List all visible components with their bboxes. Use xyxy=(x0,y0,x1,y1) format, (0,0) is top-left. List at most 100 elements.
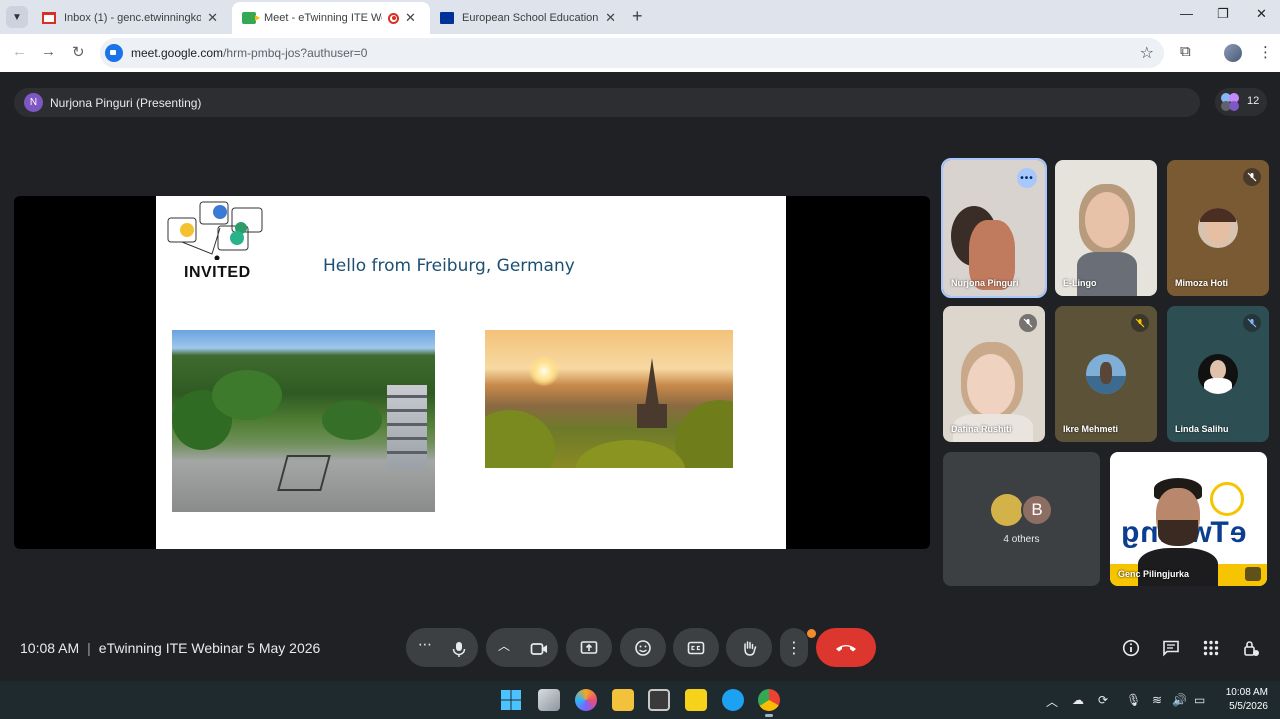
slide-title: Hello from Freiburg, Germany xyxy=(323,256,575,276)
others-label: 4 others xyxy=(1003,534,1040,545)
info-icon xyxy=(1122,639,1140,657)
tab-european-school[interactable]: European School Education Platform ✕ xyxy=(430,2,626,34)
copilot-icon[interactable] xyxy=(575,689,597,711)
battery-icon[interactable]: ▭ xyxy=(1194,693,1205,707)
task-view-icon[interactable] xyxy=(538,689,560,711)
present-screen-button[interactable] xyxy=(566,628,612,667)
participant-tile[interactable]: Linda Salihu xyxy=(1167,306,1269,442)
close-window-button[interactable]: ✕ xyxy=(1256,6,1267,22)
meet-site-icon[interactable] xyxy=(105,44,123,62)
participant-name: E-Lingo xyxy=(1063,278,1097,288)
participant-name: Mimoza Hoti xyxy=(1175,278,1228,288)
bookmark-star-icon[interactable]: ☆ xyxy=(1140,43,1154,63)
participant-name: Dafina Rushiti xyxy=(951,424,1012,434)
tab-meet[interactable]: Meet - eTwinning ITE Webinar ✕ xyxy=(232,2,430,34)
reload-button[interactable]: ↻ xyxy=(72,43,85,61)
participant-tile[interactable]: E-Lingo xyxy=(1055,160,1157,296)
participant-name: Linda Salihu xyxy=(1175,424,1229,434)
mic-off-icon xyxy=(1243,168,1261,186)
more-vert-icon: ⋮ xyxy=(786,639,802,657)
volume-icon[interactable]: 🔊 xyxy=(1172,693,1187,707)
people-button[interactable]: 12 xyxy=(1215,88,1267,116)
taskbar-date: 5/5/2026 xyxy=(1229,701,1268,712)
close-icon[interactable]: ✕ xyxy=(605,10,616,26)
avatar xyxy=(1198,354,1238,394)
camera-control-group: ︿ xyxy=(486,628,558,667)
minimize-button[interactable]: — xyxy=(1180,6,1193,21)
close-icon[interactable]: ✕ xyxy=(405,10,416,26)
windows-taskbar: ︿ ☁ ⟳ 🎙 ≋ 🔊 ▭ 10:08 AM 5/5/2026 xyxy=(0,681,1280,719)
meeting-info: 10:08 AM | eTwinning ITE Webinar 5 May 202… xyxy=(20,640,320,656)
tab-title: European School Education Platform xyxy=(462,12,599,24)
url-host: meet.google.com xyxy=(131,46,224,60)
presentation-stage[interactable]: INVITED Hello from Freiburg, Germany xyxy=(14,196,930,549)
others-tile[interactable]: B 4 others xyxy=(943,452,1100,586)
raise-hand-button[interactable] xyxy=(726,628,772,667)
self-view-tile[interactable]: eTwinng Genc Pilingjurka xyxy=(1110,452,1267,586)
url-text[interactable]: meet.google.com/hrm-pmbq-jos?authuser=0 xyxy=(131,46,367,60)
recording-icon xyxy=(388,12,399,24)
url-path: /hrm-pmbq-jos?authuser=0 xyxy=(223,46,368,60)
microphone-tray-icon[interactable]: 🎙 xyxy=(1126,693,1141,707)
leave-call-button[interactable] xyxy=(816,628,876,667)
extensions-icon[interactable]: ⧉ xyxy=(1180,43,1191,60)
sticky-notes-icon[interactable] xyxy=(685,689,707,711)
activities-button[interactable] xyxy=(1200,637,1222,659)
back-button[interactable]: ← xyxy=(12,43,27,60)
taskbar-time: 10:08 AM xyxy=(1225,687,1268,698)
self-name: Genc Pilingjurka xyxy=(1118,569,1190,579)
chevron-up-icon[interactable]: ︿ xyxy=(498,637,510,654)
meeting-title: eTwinning ITE Webinar 5 May 2026 xyxy=(98,640,321,656)
notification-dot xyxy=(807,629,816,638)
participant-name: Nurjona Pinguri xyxy=(951,278,1019,288)
close-icon[interactable]: ✕ xyxy=(207,10,218,26)
chat-button[interactable] xyxy=(1160,637,1182,659)
audio-settings-icon[interactable]: ⋯ xyxy=(418,636,432,653)
meet-icon xyxy=(242,12,260,24)
hand-icon xyxy=(744,640,757,656)
sync-icon[interactable]: ⟳ xyxy=(1098,693,1108,707)
meeting-details-button[interactable] xyxy=(1120,637,1142,659)
maximize-button[interactable]: ❐ xyxy=(1217,6,1229,22)
participant-name: Ikre Mehmeti xyxy=(1063,424,1119,434)
freiburg-campus-photo xyxy=(172,330,435,512)
onedrive-icon[interactable]: ☁ xyxy=(1072,693,1084,707)
host-controls-button[interactable] xyxy=(1240,637,1262,659)
hang-up-icon xyxy=(836,644,856,651)
participant-tile[interactable]: Mimoza Hoti xyxy=(1167,160,1269,296)
slide: INVITED Hello from Freiburg, Germany xyxy=(156,196,786,549)
participant-tile[interactable]: Ikre Mehmeti xyxy=(1055,306,1157,442)
slide-logo-text: INVITED xyxy=(184,264,251,281)
tab-gmail[interactable]: Inbox (1) - genc.etwinningkosov ✕ xyxy=(32,2,228,34)
chrome-icon[interactable] xyxy=(758,689,780,717)
address-bar[interactable]: meet.google.com/hrm-pmbq-jos?authuser=0 … xyxy=(100,38,1164,68)
wifi-icon[interactable]: ≋ xyxy=(1152,693,1162,707)
microphone-icon[interactable] xyxy=(448,638,470,660)
participant-tile[interactable]: Dafina Rushiti xyxy=(943,306,1045,442)
separator: | xyxy=(87,640,91,656)
picture-in-picture-icon[interactable] xyxy=(1245,567,1261,581)
taskbar-clock[interactable]: 10:08 AM 5/5/2026 xyxy=(1222,686,1268,714)
gmail-icon xyxy=(42,12,56,24)
more-options-icon[interactable]: ••• xyxy=(1017,168,1037,188)
avatar xyxy=(1086,354,1126,394)
invited-logo-icon xyxy=(167,201,263,260)
browser-menu-icon[interactable]: ⋮ xyxy=(1258,43,1273,61)
eu-flag-icon xyxy=(440,12,454,24)
show-hidden-icons-icon[interactable]: ︿ xyxy=(1046,693,1058,710)
clipchamp-icon[interactable] xyxy=(648,689,670,711)
skype-icon[interactable] xyxy=(722,689,744,711)
participant-tile[interactable]: ••• Nurjona Pinguri xyxy=(941,158,1047,298)
forward-button[interactable]: → xyxy=(41,43,56,60)
captions-button[interactable] xyxy=(673,628,719,667)
new-tab-button[interactable]: + xyxy=(632,6,643,27)
presenter-bar[interactable]: N Nurjona Pinguri (Presenting) xyxy=(14,88,1200,117)
tab-search-button[interactable]: ▼ xyxy=(6,6,28,28)
file-explorer-icon[interactable] xyxy=(612,689,634,711)
camera-icon[interactable] xyxy=(528,638,550,660)
tab-title: Meet - eTwinning ITE Webinar xyxy=(264,12,382,24)
profile-avatar[interactable] xyxy=(1224,44,1242,62)
more-options-button[interactable]: ⋮ xyxy=(780,628,808,667)
reactions-button[interactable] xyxy=(620,628,666,667)
start-windows-icon[interactable] xyxy=(500,689,522,711)
